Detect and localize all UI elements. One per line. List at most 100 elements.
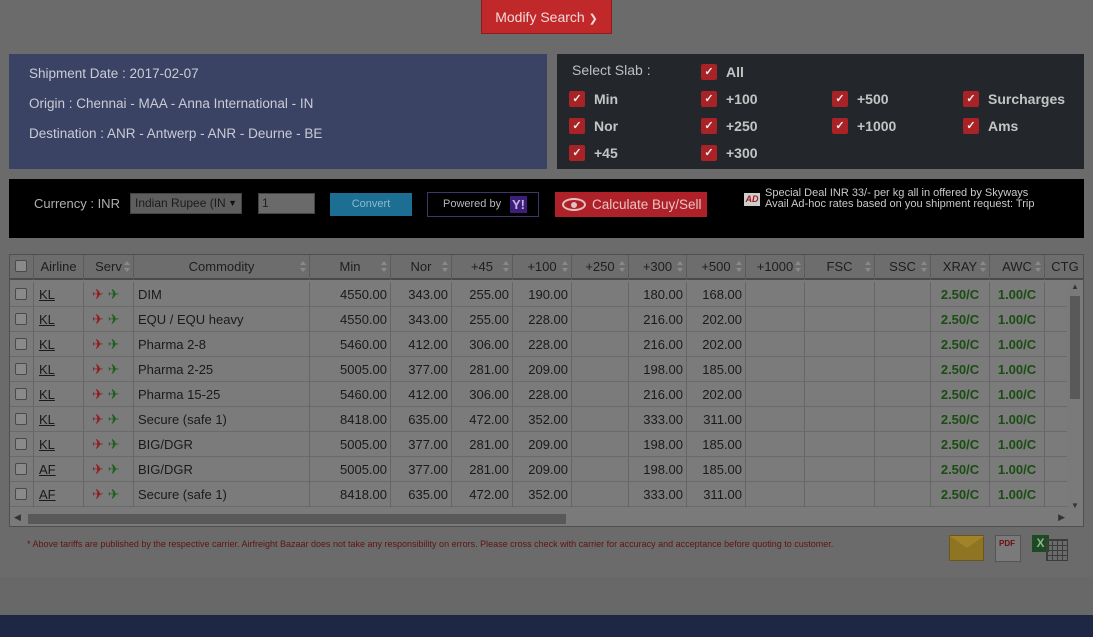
service-cell: ✈ ✈	[84, 432, 134, 457]
fsc-cell	[805, 407, 875, 432]
slab-checkbox-surcharges[interactable]: ✓ Surcharges	[963, 91, 1065, 107]
table-row[interactable]: KL ✈ ✈ BIG/DGR 5005.00 377.00 281.00 209.00 198.…	[10, 432, 1068, 457]
row-checkbox[interactable]	[15, 288, 27, 300]
slab-checkbox-45[interactable]: ✓ +45	[569, 145, 618, 161]
airline-cell[interactable]: KL	[34, 382, 84, 407]
scroll-down-icon[interactable]: ▼	[1071, 501, 1079, 510]
p45-cell: 255.00	[452, 282, 513, 307]
scroll-left-icon[interactable]: ◀	[14, 512, 21, 523]
col-ctg[interactable]: CTG	[1045, 255, 1083, 280]
nor-cell: 635.00	[391, 482, 452, 507]
col-serv[interactable]: Serv	[84, 255, 134, 280]
select-all-header[interactable]	[10, 255, 34, 280]
slab-checkbox-all[interactable]: ✓ All	[701, 64, 744, 80]
col-300[interactable]: +300	[629, 255, 687, 280]
slab-checkbox-min[interactable]: ✓ Min	[569, 91, 618, 107]
row-checkbox[interactable]	[15, 463, 27, 475]
check-icon: ✓	[569, 91, 585, 107]
slab-checkbox-100[interactable]: ✓ +100	[701, 91, 758, 107]
min-cell: 8418.00	[310, 482, 391, 507]
slab-checkbox-ams[interactable]: ✓ Ams	[963, 118, 1018, 134]
vertical-scrollbar[interactable]: ▲ ▼	[1067, 281, 1083, 511]
row-checkbox[interactable]	[15, 313, 27, 325]
awc-cell: 1.00/C	[990, 482, 1045, 507]
ctg-cell	[1045, 282, 1069, 307]
col-awc[interactable]: AWC	[990, 255, 1045, 280]
p1000-cell	[746, 457, 805, 482]
row-checkbox[interactable]	[15, 488, 27, 500]
scroll-up-icon[interactable]: ▲	[1071, 282, 1079, 291]
slab-checkbox-300[interactable]: ✓ +300	[701, 145, 758, 161]
row-checkbox[interactable]	[15, 413, 27, 425]
horizontal-scroll-thumb[interactable]	[28, 514, 566, 524]
awc-cell: 1.00/C	[990, 382, 1045, 407]
col-fsc[interactable]: FSC	[805, 255, 875, 280]
select-all-checkbox[interactable]	[15, 260, 27, 272]
awc-cell: 1.00/C	[990, 457, 1045, 482]
airline-cell[interactable]: AF	[34, 457, 84, 482]
slab-checkbox-500[interactable]: ✓ +500	[832, 91, 889, 107]
col-250[interactable]: +250	[572, 255, 629, 280]
col-label: SSC	[889, 259, 916, 274]
col-500[interactable]: +500	[687, 255, 746, 280]
row-checkbox[interactable]	[15, 438, 27, 450]
slab-checkbox-250[interactable]: ✓ +250	[701, 118, 758, 134]
row-select-cell	[10, 482, 34, 507]
col-min[interactable]: Min	[310, 255, 391, 280]
row-checkbox[interactable]	[15, 363, 27, 375]
row-checkbox[interactable]	[15, 338, 27, 350]
vertical-scroll-thumb[interactable]	[1070, 296, 1080, 399]
sort-icon	[381, 261, 387, 273]
calculate-buy-sell-button[interactable]: Calculate Buy/Sell	[555, 192, 707, 217]
row-checkbox[interactable]	[15, 388, 27, 400]
slab-checkbox-1000[interactable]: ✓ +1000	[832, 118, 896, 134]
airline-cell[interactable]: KL	[34, 357, 84, 382]
p300-cell: 333.00	[629, 407, 687, 432]
slab-label: Ams	[988, 118, 1019, 134]
slab-checkbox-nor[interactable]: ✓ Nor	[569, 118, 618, 134]
col-airline[interactable]: Airline	[34, 255, 84, 280]
airline-cell[interactable]: KL	[34, 332, 84, 357]
powered-by-badge: Powered by Y!	[427, 192, 539, 217]
convert-button[interactable]: Convert	[330, 193, 412, 216]
min-cell: 5005.00	[310, 432, 391, 457]
airline-cell[interactable]: KL	[34, 282, 84, 307]
email-icon[interactable]	[949, 535, 984, 561]
p500-cell: 185.00	[687, 457, 746, 482]
sort-icon	[619, 261, 625, 273]
airline-cell[interactable]: AF	[34, 482, 84, 507]
service-cell: ✈ ✈	[84, 457, 134, 482]
p1000-cell	[746, 432, 805, 457]
plane-green-icon: ✈	[107, 311, 120, 327]
table-row[interactable]: KL ✈ ✈ DIM 4550.00 343.00 255.00 190.00 180.00 16…	[10, 282, 1068, 307]
table-row[interactable]: AF ✈ ✈ Secure (safe 1) 8418.00 635.00 472.00 35…	[10, 482, 1068, 507]
special-deal-text[interactable]: Special Deal INR 33/- per kg all in offe…	[765, 188, 1034, 210]
p1000-cell	[746, 307, 805, 332]
airline-cell[interactable]: KL	[34, 307, 84, 332]
slab-label: Surcharges	[988, 91, 1066, 107]
currency-select[interactable]: Indian Rupee (IN ▼	[130, 193, 242, 214]
table-row[interactable]: KL ✈ ✈ Pharma 2-8 5460.00 412.00 306.00 228.00 2…	[10, 332, 1068, 357]
amount-input[interactable]: 1	[258, 193, 315, 214]
col-ssc[interactable]: SSC	[875, 255, 931, 280]
scroll-right-icon[interactable]: ▶	[1058, 512, 1065, 523]
excel-icon[interactable]: X	[1032, 535, 1069, 562]
table-row[interactable]: AF ✈ ✈ BIG/DGR 5005.00 377.00 281.00 209.00 198.…	[10, 457, 1068, 482]
table-row[interactable]: KL ✈ ✈ EQU / EQU heavy 4550.00 343.00 255.00 22…	[10, 307, 1068, 332]
plane-green-icon: ✈	[107, 336, 120, 352]
col-xray[interactable]: XRAY	[931, 255, 990, 280]
col-45[interactable]: +45	[452, 255, 513, 280]
table-row[interactable]: KL ✈ ✈ Pharma 2-25 5005.00 377.00 281.00 209.00…	[10, 357, 1068, 382]
col-1000[interactable]: +1000	[746, 255, 805, 280]
table-row[interactable]: KL ✈ ✈ Secure (safe 1) 8418.00 635.00 472.00 35…	[10, 407, 1068, 432]
airline-cell[interactable]: KL	[34, 407, 84, 432]
col-commodity[interactable]: Commodity	[134, 255, 310, 280]
modify-search-button[interactable]: Modify Search ❯	[481, 0, 612, 34]
airline-cell[interactable]: KL	[34, 432, 84, 457]
col-nor[interactable]: Nor	[391, 255, 452, 280]
plane-green-icon: ✈	[107, 486, 120, 502]
col-100[interactable]: +100	[513, 255, 572, 280]
pdf-icon[interactable]: PDF	[995, 535, 1021, 562]
horizontal-scrollbar[interactable]: ◀ ▶	[10, 511, 1083, 526]
table-row[interactable]: KL ✈ ✈ Pharma 15-25 5460.00 412.00 306.00 228.0…	[10, 382, 1068, 407]
